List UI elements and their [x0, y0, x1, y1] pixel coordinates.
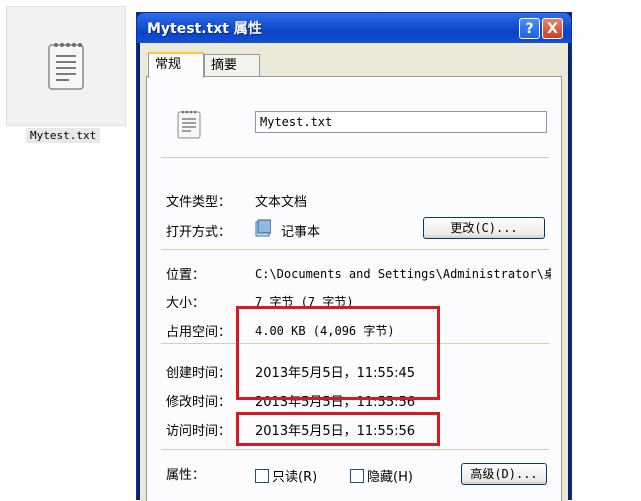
change-button[interactable]: 更改(C)... [423, 217, 545, 239]
file-type-value: 文本文档 [255, 195, 308, 210]
tab-general[interactable]: 常规 [148, 52, 204, 78]
file-type-label: 文件类型： [166, 195, 232, 210]
disk-size-label: 占用空间： [166, 325, 232, 340]
close-button[interactable]: X [542, 18, 563, 39]
separator [161, 249, 549, 250]
separator [161, 157, 549, 158]
readonly-checkbox-box[interactable] [255, 469, 269, 483]
modified-label: 修改时间： [166, 395, 232, 410]
location-value: C:\Documents and Settings\Administrator\… [255, 267, 551, 281]
size-label: 大小： [166, 296, 206, 311]
attributes-label: 属性： [166, 468, 206, 483]
help-button[interactable]: ? [519, 18, 540, 39]
tab-summary[interactable]: 摘要 [204, 54, 260, 76]
window-title: Mytest.txt 属性 [147, 21, 262, 37]
hidden-checkbox-box[interactable] [350, 469, 364, 483]
timestamps-highlight-box [236, 306, 440, 400]
title-bar[interactable]: Mytest.txt 属性 ? X [137, 13, 571, 43]
desktop-file-label[interactable]: Mytest.txt [26, 128, 101, 143]
created-label: 创建时间： [166, 366, 232, 381]
open-with-value: 记事本 [281, 225, 321, 240]
accessed-label: 访问时间： [166, 424, 232, 439]
hidden-checkbox[interactable]: 隐藏(H) [350, 466, 413, 485]
file-name-input[interactable]: Mytest.txt [255, 111, 547, 133]
separator [161, 449, 549, 450]
notepad-app-icon [255, 219, 271, 237]
advanced-button[interactable]: 高级(D)... [461, 463, 547, 485]
desktop-file-icon-area[interactable] [6, 6, 126, 126]
readonly-checkbox[interactable]: 只读(R) [255, 466, 317, 485]
readonly-label: 只读(R) [272, 470, 318, 485]
hidden-label: 隐藏(H) [367, 470, 413, 485]
notepad-file-icon [177, 110, 201, 139]
open-with-label: 打开方式： [166, 225, 232, 240]
location-label: 位置： [166, 268, 206, 283]
attributes-highlight-box [236, 412, 440, 446]
notepad-file-icon [48, 43, 84, 90]
